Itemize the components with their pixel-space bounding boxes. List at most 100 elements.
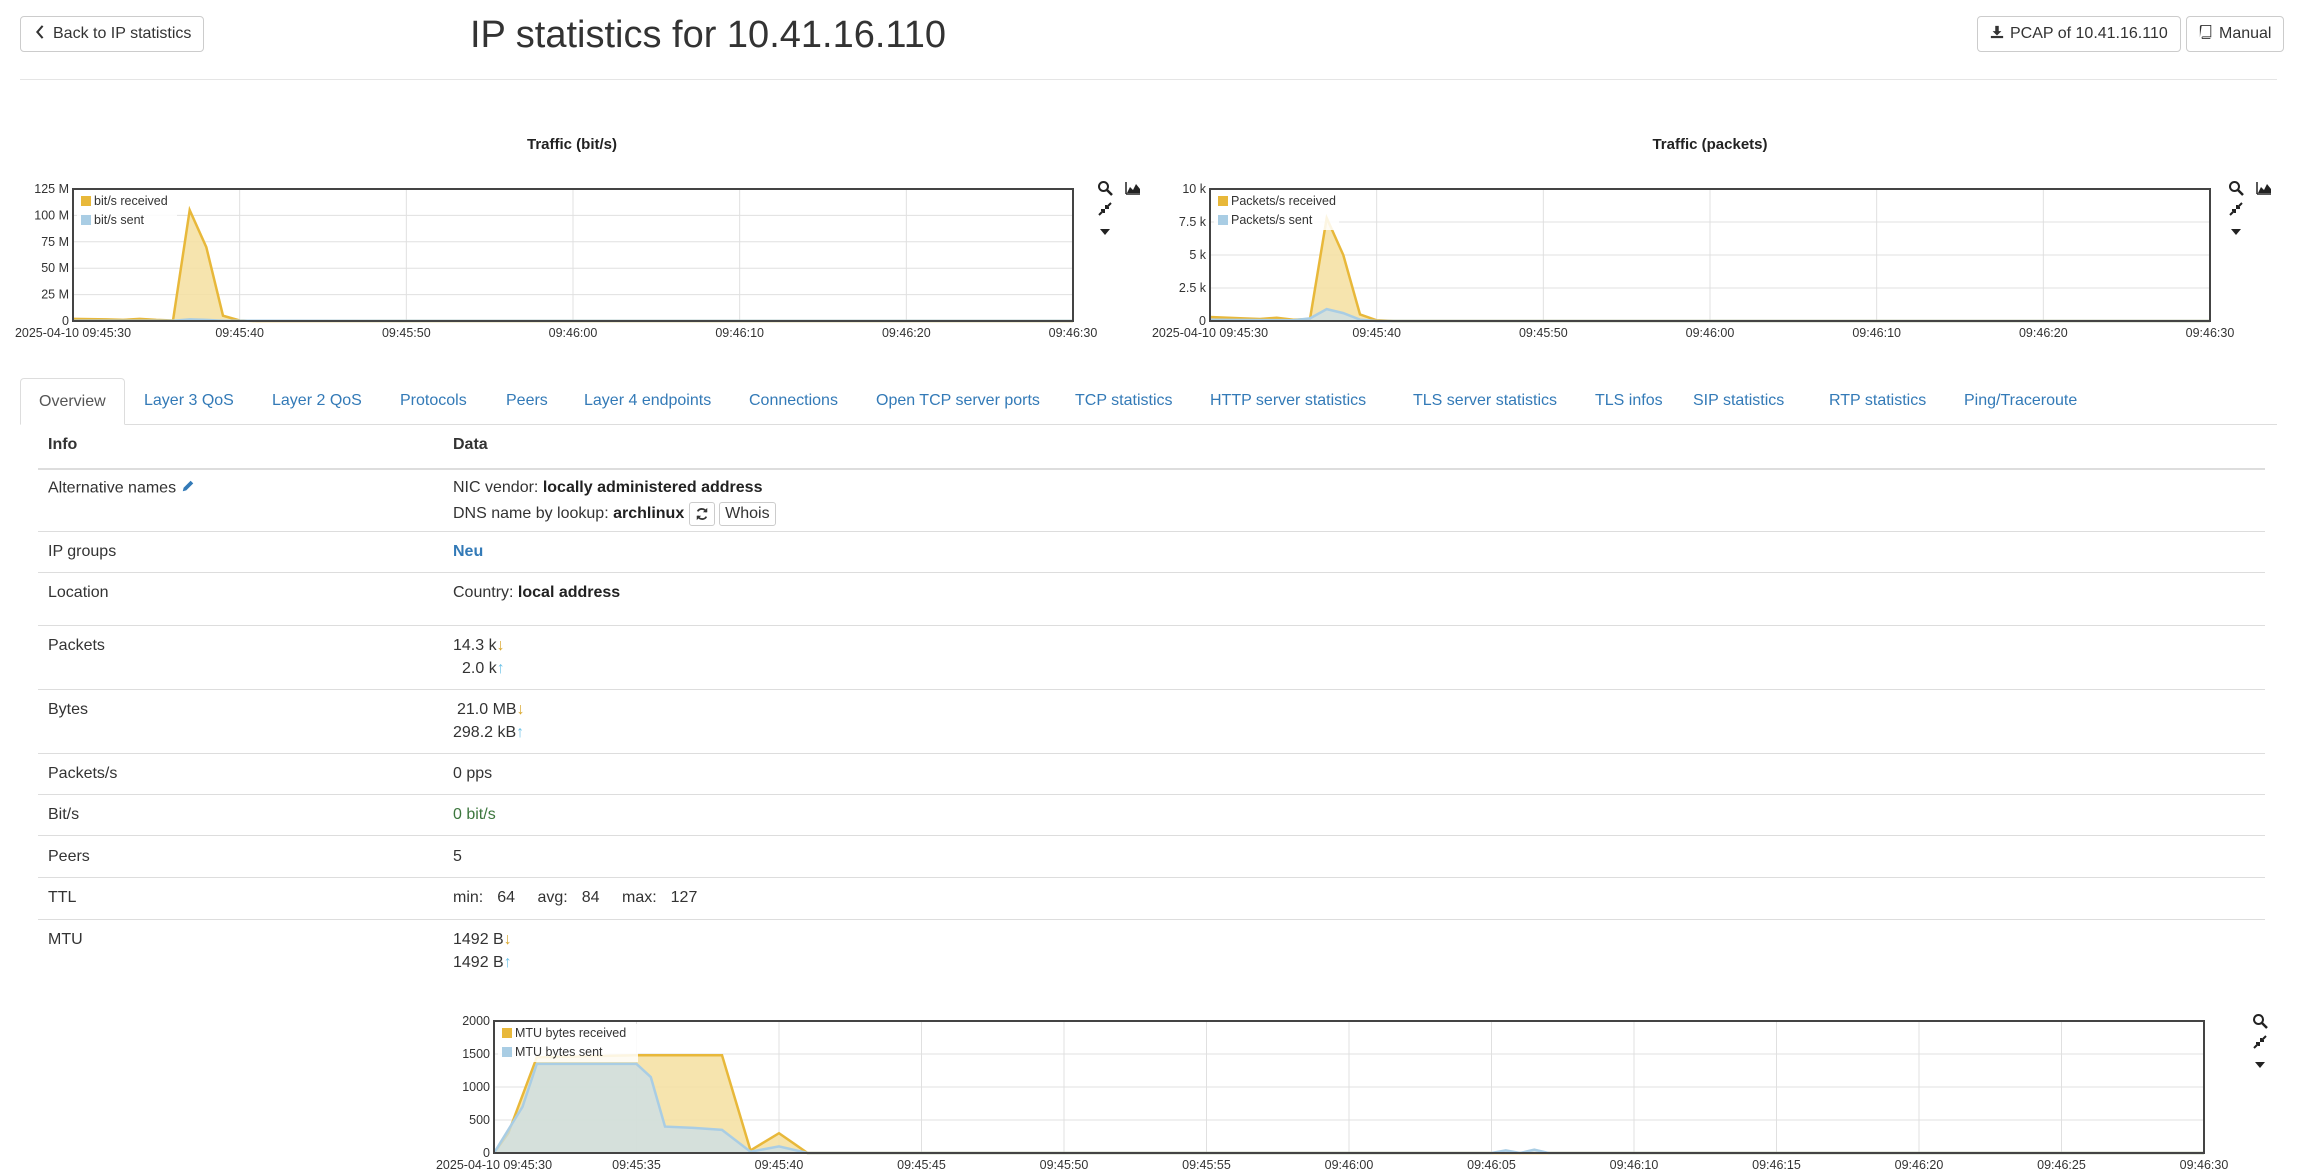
row-ttl: TTL min: 64 avg: 84 max: 127 (38, 877, 2265, 920)
header-info: Info (48, 436, 78, 453)
tab-tcp-statistics[interactable]: TCP statistics (1057, 378, 1191, 424)
y-tick-label: 0 (62, 314, 69, 328)
manual-button[interactable]: Manual (2186, 16, 2285, 52)
legend-label: MTU bytes sent (515, 1045, 603, 1059)
row-location: Location Country: local address (38, 572, 2265, 626)
zoom-search-icon[interactable] (1095, 180, 1115, 196)
peers-label: Peers (48, 848, 90, 865)
packets-label: Packets (48, 637, 105, 654)
chart-mtu: 2025-04-10 09:45:30 09:45:35 09:45:40 09:45… (436, 1014, 2228, 1170)
legend-swatch (81, 215, 91, 225)
pencil-icon[interactable] (181, 479, 195, 498)
ip-group-link[interactable]: Neu (453, 543, 483, 561)
back-to-ip-statistics-button[interactable]: Back to IP statistics (20, 16, 205, 52)
tab-layer-4-endpoints[interactable]: Layer 4 endpoints (566, 378, 729, 424)
ttl-label: TTL (48, 889, 77, 906)
tab-protocols[interactable]: Protocols (382, 378, 485, 424)
tab-open-tcp-server-ports[interactable]: Open TCP server ports (858, 378, 1058, 424)
legend-swatch (1218, 215, 1228, 225)
mtu-received: 1492 B (453, 931, 504, 948)
pcap-download-button[interactable]: PCAP of 10.41.16.110 (1977, 16, 2181, 52)
tab-layer-3-qos[interactable]: Layer 3 QoS (126, 378, 252, 424)
area-chart-icon[interactable] (2254, 180, 2274, 196)
alternative-names-label: Alternative names (48, 479, 177, 497)
y-tick-label: 500 (469, 1113, 490, 1127)
row-bytes: Bytes 21.0 MB↓ 298.2 kB↑ (38, 689, 2265, 754)
arrow-up-icon: ↑ (503, 954, 512, 971)
caret-down-icon[interactable] (2250, 1057, 2270, 1073)
y-tick-label: 75 M (41, 235, 69, 249)
legend: MTU bytes received MTU bytes sent (498, 1024, 638, 1062)
tab-connections[interactable]: Connections (731, 378, 856, 424)
y-tick-label: 5 k (1189, 248, 1206, 262)
x-tick-label: 09:46:00 (1325, 1158, 1374, 1170)
chart-traffic-bits: 2025-04-10 09:45:30 09:45:40 09:45:50 09:46… (15, 182, 1097, 340)
x-tick-label: 09:45:40 (755, 1158, 804, 1170)
tab-peers[interactable]: Peers (488, 378, 566, 424)
ttl-min-value: 64 (497, 889, 516, 906)
zoom-search-icon[interactable] (2250, 1013, 2270, 1029)
x-tick-label: 09:45:50 (1519, 326, 1568, 340)
x-tick-label: 09:45:45 (897, 1158, 946, 1170)
packets-received: 14.3 k (453, 637, 497, 654)
x-tick-label: 09:45:55 (1182, 1158, 1231, 1170)
row-bits-per-second: Bit/s 0 bit/s (38, 794, 2265, 836)
legend-label: bit/s received (94, 194, 168, 208)
dns-name-prefix: DNS name by lookup: (453, 505, 609, 523)
row-packets-per-second: Packets/s 0 pps (38, 753, 2265, 795)
packets-per-second-value: 0 pps (453, 765, 493, 782)
peers-value: 5 (453, 848, 462, 865)
chart-title-traffic-packets: Traffic (packets) (1652, 136, 1768, 153)
tab-ping-traceroute[interactable]: Ping/Traceroute (1946, 378, 2095, 424)
y-tick-label: 1500 (462, 1047, 490, 1061)
y-tick-label: 25 M (41, 288, 69, 302)
x-tick-label: 09:46:20 (1895, 1158, 1944, 1170)
compress-icon[interactable] (2226, 201, 2246, 217)
x-tick-label: 09:45:50 (1040, 1158, 1089, 1170)
x-tick-label: 09:46:10 (1852, 326, 1901, 340)
country-prefix: Country: (453, 584, 514, 601)
tab-overview[interactable]: Overview (20, 378, 125, 425)
y-tick-label: 0 (483, 1146, 490, 1160)
x-tick-label: 09:46:30 (2180, 1158, 2229, 1170)
x-tick-label: 2025-04-10 09:45:30 (15, 326, 131, 340)
arrow-down-icon: ↓ (516, 701, 525, 718)
y-tick-label: 50 M (41, 261, 69, 275)
compress-icon[interactable] (1095, 201, 1115, 217)
row-alternative-names: Alternative names NIC vendor: locally ad… (38, 469, 2265, 531)
y-tick-label: 10 k (1182, 182, 1206, 196)
bytes-sent: 298.2 kB (453, 724, 517, 741)
y-tick-label: 0 (1199, 314, 1206, 328)
legend-swatch (502, 1047, 512, 1057)
x-tick-label: 2025-04-10 09:45:30 (436, 1158, 552, 1170)
arrow-up-icon: ↑ (496, 660, 505, 677)
tab-rtp-statistics[interactable]: RTP statistics (1811, 378, 1944, 424)
x-tick-label: 2025-04-10 09:45:30 (1152, 326, 1268, 340)
refresh-icon (696, 507, 707, 521)
book-icon (2199, 24, 2213, 44)
tab-layer-2-qos[interactable]: Layer 2 QoS (254, 378, 380, 424)
tab-http-server-statistics[interactable]: HTTP server statistics (1192, 378, 1384, 424)
tab-tls-infos[interactable]: TLS infos (1577, 378, 1681, 424)
compress-icon[interactable] (2250, 1034, 2270, 1050)
bytes-received: 21.0 MB (457, 701, 517, 718)
tab-sip-statistics[interactable]: SIP statistics (1675, 378, 1802, 424)
legend-label: Packets/s received (1231, 194, 1336, 208)
zoom-search-icon[interactable] (2226, 180, 2246, 196)
caret-down-icon[interactable] (1095, 224, 1115, 240)
refresh-dns-button[interactable] (688, 502, 715, 526)
header-data: Data (453, 436, 488, 453)
x-tick-label: 09:45:50 (382, 326, 431, 340)
arrow-down-icon: ↓ (503, 931, 512, 948)
whois-button[interactable]: Whois (719, 502, 776, 526)
manual-label: Manual (2219, 25, 2272, 42)
ip-groups-label: IP groups (48, 543, 117, 560)
caret-down-icon[interactable] (2226, 224, 2246, 240)
tab-bar: Overview Layer 3 QoS Layer 2 QoS Protoco… (20, 378, 2277, 425)
x-tick-label: 09:46:05 (1467, 1158, 1516, 1170)
x-tick-label: 09:46:00 (1686, 326, 1735, 340)
tab-tls-server-statistics[interactable]: TLS server statistics (1395, 378, 1575, 424)
x-tick-label: 09:46:00 (549, 326, 598, 340)
chart-traffic-packets: 2025-04-10 09:45:30 09:45:40 09:45:50 09:46… (1152, 182, 2234, 340)
y-tick-label: 7.5 k (1179, 215, 1207, 229)
